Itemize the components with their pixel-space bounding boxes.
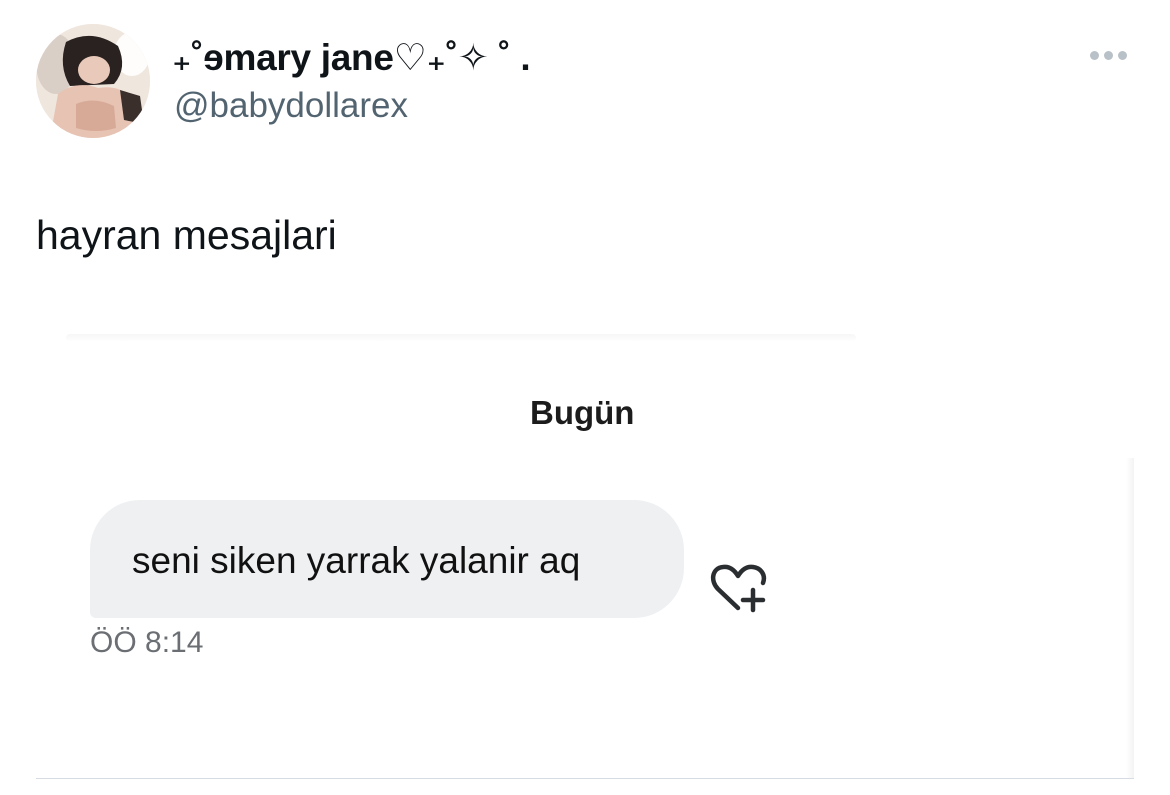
author-display-name[interactable]: ₊˚ɘmary jane♡₊˚✧ ˚ . (172, 36, 531, 79)
avatar-photo (36, 24, 150, 138)
more-options-button[interactable] (1080, 40, 1136, 70)
message-timestamp: ÖÖ 8:14 (90, 626, 204, 659)
date-separator: Bugün (530, 394, 635, 431)
heart-plus-icon[interactable] (708, 562, 770, 614)
image-edge (66, 334, 856, 342)
avatar[interactable] (36, 24, 150, 138)
message-text: seni siken yarrak yalanir aq (132, 540, 581, 581)
divider (36, 778, 1134, 779)
tweet: ₊˚ɘmary jane♡₊˚✧ ˚ . @babydollarex hayra… (0, 0, 1170, 795)
more-horizontal-icon (1089, 50, 1099, 60)
image-edge (1126, 458, 1134, 778)
more-horizontal-icon-dot (1103, 50, 1113, 60)
attached-image[interactable]: Bugün seni siken yarrak yalanir aq ÖÖ 8:… (36, 318, 1134, 778)
author-handle[interactable]: @babydollarex (174, 86, 408, 126)
tweet-text: hayran mesajlari (36, 212, 337, 258)
more-horizontal-icon-dot (1117, 50, 1127, 60)
